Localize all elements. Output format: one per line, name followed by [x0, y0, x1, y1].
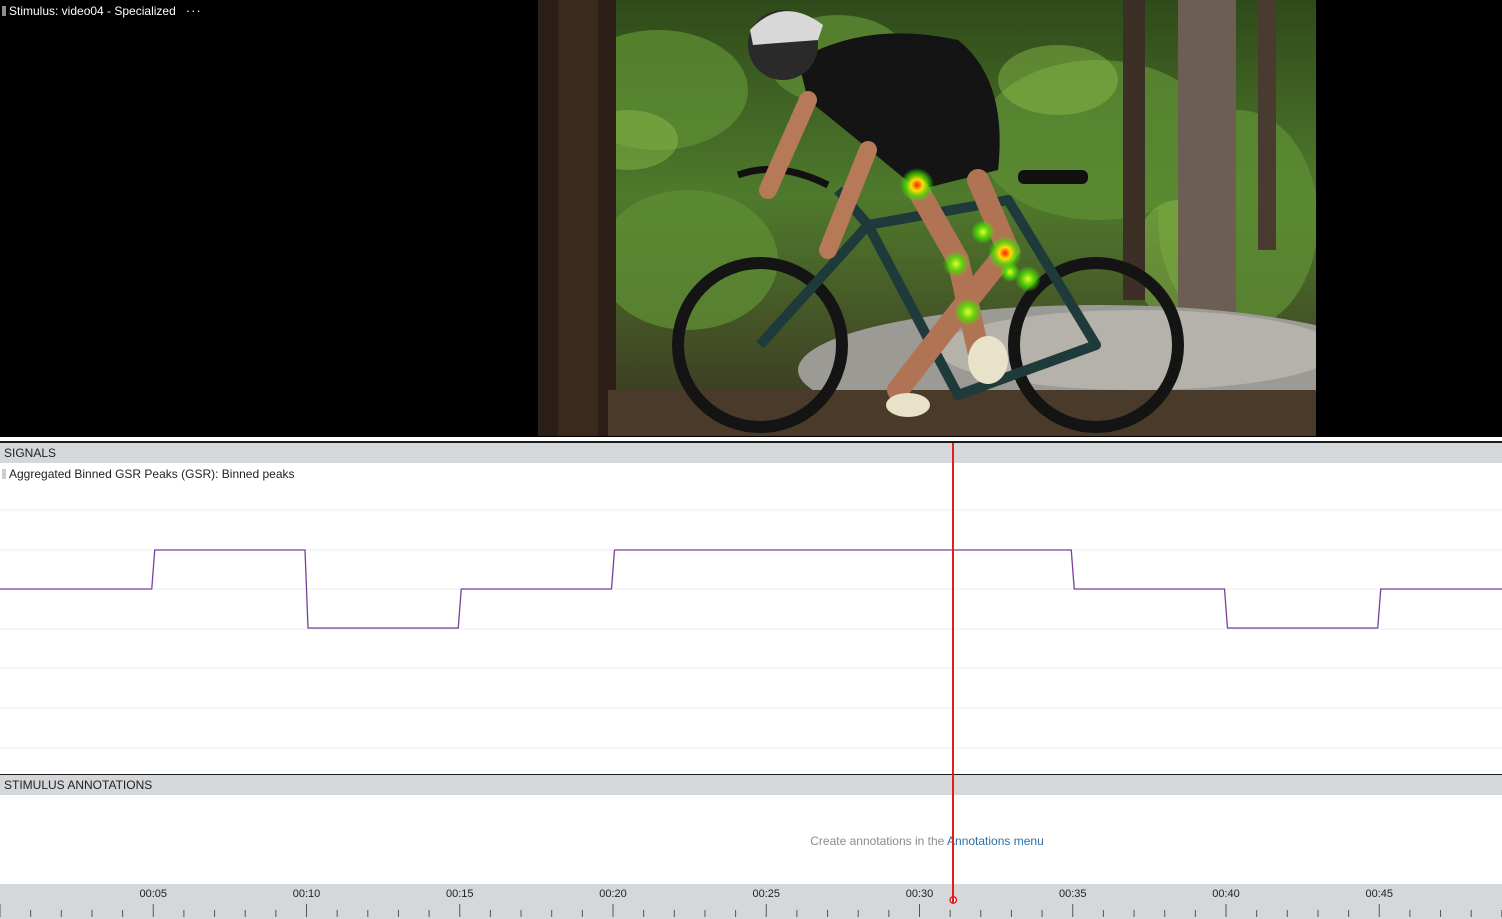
playhead-line[interactable]	[952, 443, 955, 903]
timeline-tick-label: 00:05	[139, 888, 167, 900]
timeline-tick-label: 00:45	[1365, 888, 1393, 900]
drag-grip-icon[interactable]	[2, 469, 6, 479]
timeline-tick-label: 00:30	[906, 888, 934, 900]
video-frame-picture	[538, 0, 1316, 436]
annotations-hint: Create annotations in the Annotations me…	[0, 834, 1502, 848]
timeline-scale: 00:05 00:10 00:15 00:20 00:25 00:30 00:35 00:40…	[0, 888, 1502, 917]
annotations-hint-text: Create annotations in the	[810, 834, 948, 848]
signals-section-header[interactable]: SIGNALS	[0, 443, 1502, 463]
signal-track-label-row: Aggregated Binned GSR Peaks (GSR): Binne…	[0, 466, 295, 482]
timeline-ruler[interactable]: 00:05 00:10 00:15 00:20 00:25 00:30 00:35 00:40…	[0, 884, 1502, 919]
signal-track-label: Aggregated Binned GSR Peaks (GSR): Binne…	[9, 467, 295, 481]
stimulus-panel: Stimulus: video04 - Specialized ···	[0, 0, 1502, 437]
annotations-section-header[interactable]: STIMULUS ANNOTATIONS	[0, 775, 1502, 795]
stimulus-title-bar: Stimulus: video04 - Specialized ···	[0, 0, 202, 22]
timeline-tick-label: 00:15	[446, 888, 474, 900]
more-options-button[interactable]: ···	[186, 4, 202, 17]
annotations-menu-link[interactable]: Annotations menu	[947, 834, 1044, 848]
timeline-tick-label: 00:25	[752, 888, 780, 900]
timeline-tick-label: 00:40	[1212, 888, 1240, 900]
timeline-tick-label: 00:20	[599, 888, 627, 900]
stimulus-video-frame[interactable]	[538, 0, 1316, 436]
signals-header-label: SIGNALS	[4, 446, 57, 460]
gsr-signal-chart[interactable]	[0, 463, 1502, 774]
timeline-tick-label: 00:35	[1059, 888, 1087, 900]
stimulus-title: Stimulus: video04 - Specialized	[9, 4, 176, 18]
signal-grid	[0, 509, 1502, 749]
timeline-tick-label: 00:10	[293, 888, 321, 900]
drag-grip-icon[interactable]	[2, 6, 6, 16]
annotations-header-label: STIMULUS ANNOTATIONS	[4, 778, 153, 792]
annotations-track[interactable]: Create annotations in the Annotations me…	[0, 795, 1502, 884]
